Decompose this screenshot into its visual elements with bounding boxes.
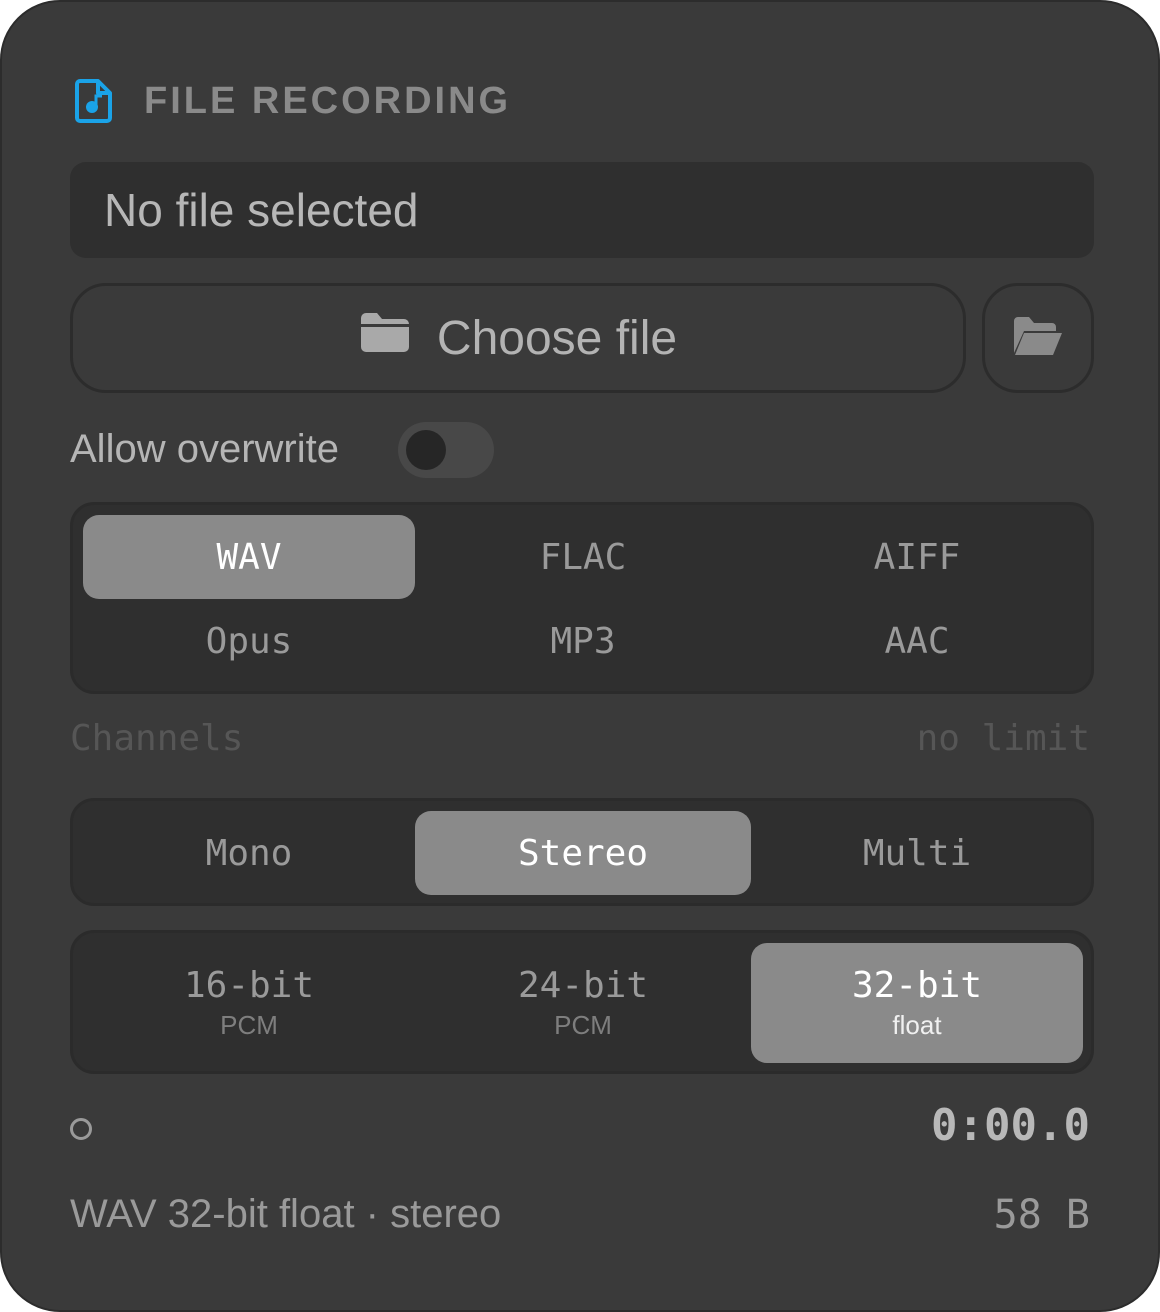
format-option-wav[interactable]: WAV	[83, 515, 415, 599]
file-audio-icon	[74, 78, 114, 124]
bit-depth-option-24[interactable]: 24-bit PCM	[417, 943, 749, 1063]
allow-overwrite-label: Allow overwrite	[70, 427, 339, 471]
allow-overwrite-toggle[interactable]	[398, 422, 494, 478]
format-selector: WAV FLAC AIFF Opus MP3 AAC	[70, 502, 1094, 694]
channels-limit: no limit	[916, 718, 1090, 759]
channel-option-mono[interactable]: Mono	[83, 811, 415, 895]
channel-option-stereo[interactable]: Stereo	[415, 811, 751, 895]
format-option-aac[interactable]: AAC	[751, 599, 1083, 683]
channels-label: Channels	[70, 718, 244, 759]
file-size: 58 B	[993, 1192, 1090, 1238]
bit-depth-option-16[interactable]: 16-bit PCM	[83, 943, 415, 1063]
format-option-aiff[interactable]: AIFF	[751, 515, 1083, 599]
format-option-opus[interactable]: Opus	[83, 599, 415, 683]
format-option-flac[interactable]: FLAC	[417, 515, 749, 599]
folder-open-icon	[1012, 315, 1064, 362]
recording-status-indicator	[70, 1118, 92, 1140]
panel-header: FILE RECORDING	[74, 78, 511, 124]
format-summary: WAV 32-bit float · stereo	[70, 1192, 502, 1236]
bit-depth-option-32[interactable]: 32-bit float	[751, 943, 1083, 1063]
open-folder-button[interactable]	[982, 283, 1094, 393]
choose-file-label: Choose file	[436, 311, 678, 365]
channels-selector: Mono Stereo Multi	[70, 798, 1094, 906]
format-option-mp3[interactable]: MP3	[417, 599, 749, 683]
bit-depth-sublabel: PCM	[220, 1009, 278, 1040]
bit-depth-label: 32-bit	[851, 964, 983, 1006]
recording-timer: 0:00.0	[931, 1100, 1090, 1151]
selected-file-display: No file selected	[70, 162, 1094, 258]
file-recording-panel: FILE RECORDING No file selected Choose f…	[0, 0, 1160, 1312]
bit-depth-selector: 16-bit PCM 24-bit PCM 32-bit float	[70, 930, 1094, 1074]
channel-option-multi[interactable]: Multi	[751, 811, 1083, 895]
bit-depth-label: 24-bit	[517, 964, 649, 1006]
bit-depth-sublabel: float	[892, 1009, 942, 1040]
choose-file-button[interactable]: Choose file	[70, 283, 966, 393]
panel-title: FILE RECORDING	[144, 79, 512, 122]
bit-depth-label: 16-bit	[183, 964, 315, 1006]
toggle-knob	[406, 430, 446, 470]
folder-icon	[359, 310, 437, 366]
bit-depth-sublabel: PCM	[554, 1009, 612, 1040]
